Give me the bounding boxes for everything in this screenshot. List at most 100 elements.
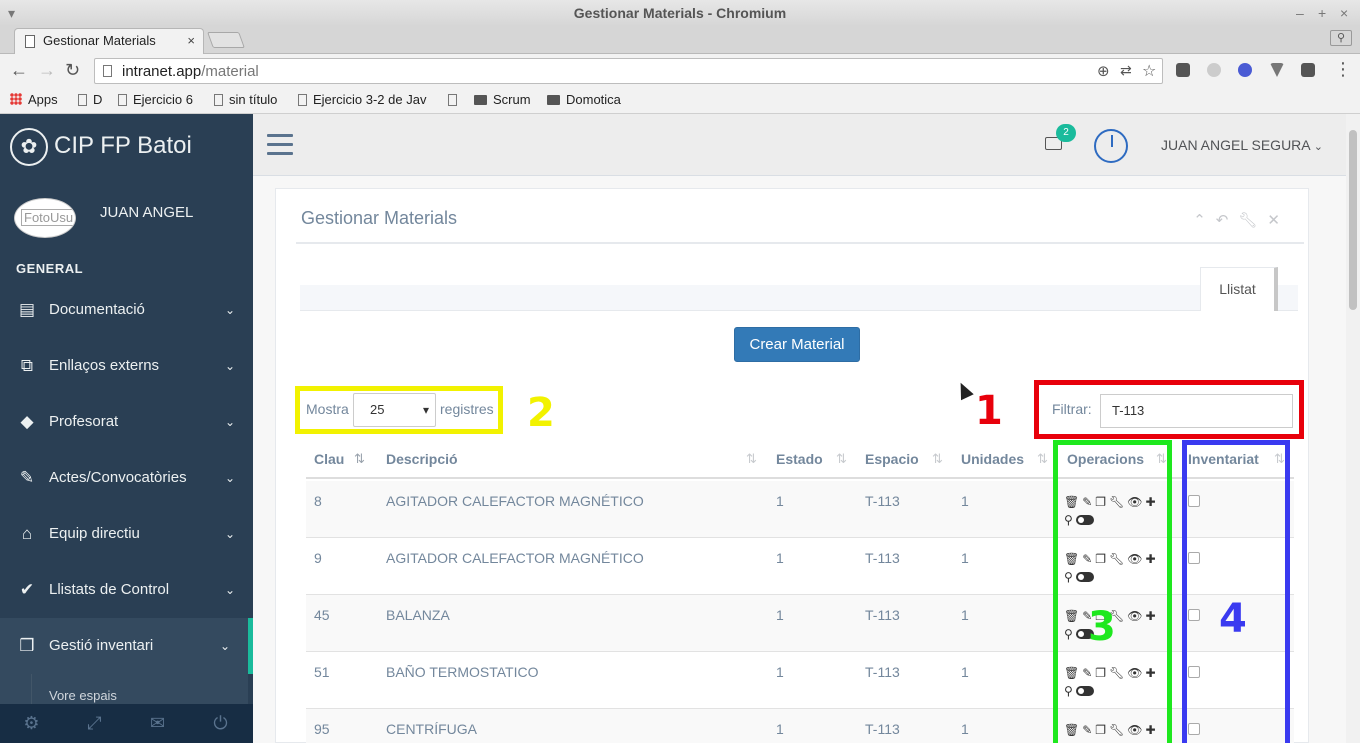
bookmark-ejercicio-6[interactable]: Ejercicio 6: [118, 91, 193, 109]
page-icon: [78, 94, 87, 106]
browser-tab[interactable]: Gestionar Materials ×: [14, 28, 204, 54]
col-header-estado[interactable]: Estado: [776, 439, 823, 479]
annotation-box-4: [1182, 440, 1290, 743]
scrollbar-thumb[interactable]: [1349, 130, 1357, 310]
collapse-icon[interactable]: ⌃: [1193, 212, 1216, 229]
divider: [296, 242, 1304, 244]
extension-evernote-icon[interactable]: [1176, 63, 1190, 77]
external-link-icon: ⧉: [20, 356, 34, 375]
extension-r-icon[interactable]: [1238, 63, 1252, 77]
cell-unidades: 1: [961, 721, 969, 737]
window-titlebar: ▾ Gestionar Materials - Chromium – + ×: [0, 0, 1360, 26]
close-icon[interactable]: ✕: [1267, 212, 1290, 229]
tab-bar: [300, 285, 1298, 311]
sort-asc-icon: ⇅: [354, 451, 365, 466]
sidebar-item-llistats-de-control[interactable]: ✔ Llistats de Control ⌄: [0, 562, 253, 618]
page-icon: [118, 94, 127, 106]
browser-menu-icon[interactable]: ⋮: [1334, 59, 1352, 80]
cell-descripcio: AGITADOR CALEFACTOR MAGNÉTICO: [386, 493, 644, 509]
extension-shield-icon[interactable]: [1301, 63, 1315, 77]
apps-icon: [10, 93, 22, 105]
back-icon[interactable]: ↶: [1216, 212, 1239, 229]
create-material-button[interactable]: Crear Material: [734, 327, 860, 362]
cell-unidades: 1: [961, 493, 969, 509]
submenu-item-vore-espais[interactable]: Vore espais: [49, 688, 117, 703]
cell-unidades: 1: [961, 664, 969, 680]
sidebar-item-profesorat[interactable]: ◆ Profesorat ⌄: [0, 394, 253, 450]
tab-llistat[interactable]: Llistat: [1200, 267, 1278, 311]
bookmark-apps[interactable]: Apps: [10, 91, 58, 109]
mail-icon[interactable]: ✉: [126, 704, 189, 743]
graduation-cap-icon: ◆: [20, 412, 34, 431]
cell-clau: 8: [314, 493, 322, 509]
url-path: /material: [201, 63, 259, 80]
bookmark-blank[interactable]: [448, 91, 463, 109]
bookmark-star-icon[interactable]: ☆: [1142, 61, 1156, 81]
menu-toggle-icon[interactable]: [267, 134, 293, 156]
user-menu[interactable]: JUAN ANGEL SEGURA ⌄: [1161, 137, 1323, 153]
bookmark-d[interactable]: D: [78, 91, 102, 109]
paw-icon: ✿: [10, 127, 48, 166]
extension-v-icon[interactable]: [1270, 63, 1284, 77]
translate-icon[interactable]: ⇄: [1120, 62, 1132, 79]
address-bar[interactable]: intranet.app/material ⊕ ⇄ ☆: [94, 58, 1163, 84]
sidebar-footer: ⚙ ⤢ ✉ ⏻: [0, 704, 253, 743]
sidebar-item-equip-directiu[interactable]: ⌂ Equip directiu ⌄: [0, 506, 253, 562]
bookmark-ejercicio-3-2[interactable]: Ejercicio 3-2 de Jav: [298, 91, 426, 109]
browser-toolbar: ← → ↻ intranet.app/material ⊕ ⇄ ☆ ⋮: [0, 54, 1360, 88]
annotation-box-1: [1034, 380, 1304, 439]
bookmark-sin-titulo[interactable]: sin título: [214, 91, 277, 109]
wrench-icon[interactable]: 🔧︎: [1238, 212, 1267, 229]
cell-descripcio: CENTRÍFUGA: [386, 721, 477, 737]
reload-icon[interactable]: ↻: [65, 60, 80, 81]
forward-icon[interactable]: →: [38, 60, 56, 81]
maximize-icon[interactable]: +: [1318, 0, 1326, 26]
menu-section-title: GENERAL: [16, 261, 84, 276]
back-icon[interactable]: ←: [10, 60, 28, 81]
col-header-descripcio[interactable]: Descripció: [386, 439, 458, 479]
minimize-icon[interactable]: –: [1296, 0, 1304, 26]
panel-tools: ⌃↶🔧︎✕: [1193, 211, 1290, 229]
cell-espacio: T-113: [865, 550, 900, 566]
mail-count-badge: 2: [1056, 124, 1076, 142]
cubes-icon: ❒: [19, 636, 35, 655]
profile-icon[interactable]: ⚲: [1330, 30, 1352, 46]
col-header-espacio[interactable]: Espacio: [865, 439, 919, 479]
page-icon: [298, 94, 307, 106]
cell-estado: 1: [776, 550, 784, 566]
chevron-down-icon: ⌄: [1313, 141, 1323, 153]
sidebar-item-actes-convocatories[interactable]: ✎ Actes/Convocatòries ⌄: [0, 450, 253, 506]
zoom-icon[interactable]: ⊕: [1097, 62, 1110, 80]
book-icon: ▤: [18, 300, 36, 319]
fullscreen-icon[interactable]: ⤢: [63, 704, 126, 743]
power-icon[interactable]: ⏻: [189, 704, 252, 743]
sidebar-item-enllacos-externs[interactable]: ⧉ Enllaços externs ⌄: [0, 338, 253, 394]
window-menu-icon[interactable]: ▾: [8, 0, 15, 26]
folder-icon: [474, 95, 487, 105]
page-icon: [25, 35, 35, 48]
col-header-clau[interactable]: Clau: [314, 439, 344, 479]
annotation-box-3: [1053, 440, 1172, 743]
cell-clau: 51: [314, 664, 330, 680]
sidebar-item-documentacio[interactable]: ▤ Documentació ⌄: [0, 282, 253, 338]
cell-clau: 45: [314, 607, 330, 623]
clock-icon[interactable]: [1094, 129, 1128, 163]
bookmark-scrum[interactable]: Scrum: [474, 91, 531, 109]
page-info-icon[interactable]: [103, 65, 112, 77]
new-tab-button[interactable]: [207, 32, 245, 48]
cell-unidades: 1: [961, 607, 969, 623]
page-scrollbar[interactable]: [1346, 114, 1360, 743]
bookmark-domotica[interactable]: Domotica: [547, 91, 621, 109]
sidebar-item-gestio-inventari[interactable]: ❒ Gestió inventari ⌄: [0, 618, 253, 674]
site-brand[interactable]: ✿ CIP FP Batoi: [10, 126, 192, 166]
extension-circle-icon[interactable]: [1207, 63, 1221, 77]
settings-icon[interactable]: ⚙: [0, 704, 63, 743]
annotation-number-2: 2: [527, 390, 555, 436]
close-tab-icon[interactable]: ×: [187, 29, 195, 53]
cell-descripcio: BALANZA: [386, 607, 450, 623]
close-window-icon[interactable]: ×: [1340, 0, 1348, 26]
browser-tab-title: Gestionar Materials: [43, 33, 156, 48]
brand-name: CIP FP Batoi: [54, 132, 192, 159]
col-header-unidades[interactable]: Unidades: [961, 439, 1024, 479]
chevron-down-icon: ⌄: [224, 527, 235, 541]
